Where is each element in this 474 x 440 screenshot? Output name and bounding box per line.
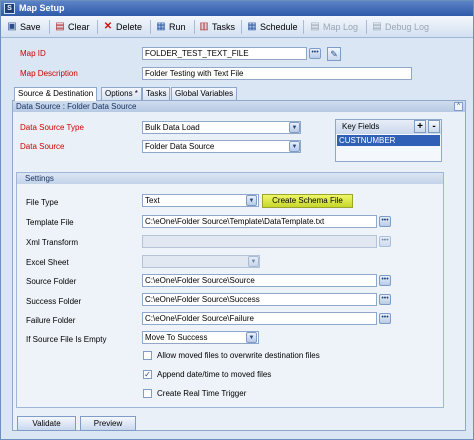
floppy-disk-icon: ▣ xyxy=(7,21,17,32)
template-file-browse-button[interactable]: ••• xyxy=(379,216,391,227)
debug-log-button[interactable]: ▤ Debug Log xyxy=(371,19,429,35)
success-folder-browse-button[interactable]: ••• xyxy=(379,294,391,305)
preview-button[interactable]: Preview xyxy=(80,416,136,431)
excel-sheet-label: Excel Sheet xyxy=(26,258,69,267)
title-bar: S Map Setup xyxy=(1,1,473,16)
source-folder-label: Source Folder xyxy=(26,277,77,286)
success-folder-label: Success Folder xyxy=(26,297,82,306)
toolbar-separator xyxy=(194,20,195,34)
save-button[interactable]: ▣ Save xyxy=(6,19,40,35)
schedule-button[interactable]: ▦ Schedule xyxy=(246,19,297,35)
validate-button[interactable]: Validate xyxy=(17,416,76,431)
toolbar-separator xyxy=(366,20,367,34)
clear-icon: ▤ xyxy=(55,21,65,32)
chevron-down-icon[interactable]: ▼ xyxy=(289,122,300,133)
data-source-select[interactable]: Folder Data Source xyxy=(142,140,301,153)
run-button[interactable]: ▦ Run xyxy=(155,19,185,35)
overwrite-checkbox-label: Allow moved files to overwrite destinati… xyxy=(157,351,320,360)
tab-tasks[interactable]: Tasks xyxy=(142,87,171,100)
xml-transform-browse-button[interactable]: ••• xyxy=(379,236,391,247)
empty-file-label: If Source File Is Empty xyxy=(26,335,107,344)
real-time-trigger-label: Create Real Time Trigger xyxy=(157,389,247,398)
empty-file-action-select[interactable]: Move To Success xyxy=(142,331,259,344)
append-datetime-label: Append date/time to moved files xyxy=(157,370,272,379)
add-key-field-button[interactable]: + xyxy=(414,120,426,133)
file-type-label: File Type xyxy=(26,198,59,207)
data-source-label: Data Source xyxy=(20,142,65,151)
collapse-chevron-icon[interactable]: ^ xyxy=(454,102,463,111)
tasks-icon: ▥ xyxy=(199,21,209,32)
data-source-type-label: Data Source Type xyxy=(20,123,84,132)
key-field-row[interactable]: CUSTNUMBER xyxy=(337,135,440,146)
data-source-group-header: Data Source : Folder Data Source ^ xyxy=(13,101,465,112)
failure-folder-browse-button[interactable]: ••• xyxy=(379,313,391,324)
source-folder-browse-button[interactable]: ••• xyxy=(379,275,391,286)
real-time-trigger-checkbox[interactable] xyxy=(143,389,152,398)
checkmark-icon: ✓ xyxy=(144,370,151,379)
toolbar-separator xyxy=(97,20,98,34)
window-title: Map Setup xyxy=(19,3,65,13)
create-schema-file-button[interactable]: Create Schema File xyxy=(262,194,353,208)
edit-pencil-icon[interactable]: ✎ xyxy=(327,47,341,61)
chevron-down-icon[interactable]: ▼ xyxy=(248,256,259,267)
map-id-lookup-button[interactable]: ••• xyxy=(309,48,321,59)
map-id-field[interactable]: FOLDER_TEST_TEXT_FILE xyxy=(142,47,307,60)
map-description-label: Map Description xyxy=(20,69,78,78)
toolbar-separator xyxy=(150,20,151,34)
key-fields-panel: Key Fields + - CUSTNUMBER xyxy=(335,119,442,162)
chevron-down-icon[interactable]: ▼ xyxy=(246,195,257,206)
settings-title: Settings xyxy=(17,173,443,184)
map-setup-window: S Map Setup ▣ Save ▤ Clear ✕ Delete ▦ Run ▥ T… xyxy=(0,0,474,440)
tasks-button[interactable]: ▥ Tasks xyxy=(198,19,235,35)
toolbar: ▣ Save ▤ Clear ✕ Delete ▦ Run ▥ Tasks ▦ Schedu… xyxy=(1,16,473,38)
data-source-type-select[interactable]: Bulk Data Load xyxy=(142,121,301,134)
map-description-field[interactable]: Folder Testing with Text File xyxy=(142,67,412,80)
success-folder-field[interactable]: C:\eOne\Folder Source\Success xyxy=(142,293,377,306)
toolbar-separator xyxy=(241,20,242,34)
overwrite-checkbox[interactable] xyxy=(143,351,152,360)
xml-transform-field[interactable] xyxy=(142,235,377,248)
file-type-select[interactable]: Text xyxy=(142,194,259,207)
calendar-icon: ▦ xyxy=(247,21,257,32)
run-icon: ▦ xyxy=(156,21,166,32)
tab-global-variables[interactable]: Global Variables xyxy=(171,87,238,100)
clear-button[interactable]: ▤ Clear xyxy=(54,19,89,35)
template-file-label: Template File xyxy=(26,218,74,227)
chevron-down-icon[interactable]: ▼ xyxy=(289,141,300,152)
toolbar-separator xyxy=(49,20,50,34)
chevron-down-icon[interactable]: ▼ xyxy=(246,332,257,343)
map-id-label: Map ID xyxy=(20,49,46,58)
xml-transform-label: Xml Transform xyxy=(26,238,79,247)
debug-log-icon: ▤ xyxy=(372,21,382,32)
excel-sheet-select[interactable] xyxy=(142,255,260,268)
source-folder-field[interactable]: C:\eOne\Folder Source\Source xyxy=(142,274,377,287)
append-datetime-checkbox[interactable]: ✓ xyxy=(143,370,152,379)
delete-x-icon: ✕ xyxy=(103,21,113,32)
failure-folder-label: Failure Folder xyxy=(26,316,76,325)
app-icon: S xyxy=(4,3,15,14)
toolbar-separator xyxy=(303,20,304,34)
map-log-button[interactable]: ▤ Map Log xyxy=(309,19,358,35)
template-file-field[interactable]: C:\eOne\Folder Source\Template\DataTempl… xyxy=(142,215,377,228)
log-icon: ▤ xyxy=(310,21,320,32)
tab-source-destination[interactable]: Source & Destination xyxy=(14,87,98,101)
remove-key-field-button[interactable]: - xyxy=(428,120,440,133)
failure-folder-field[interactable]: C:\eOne\Folder Source\Failure xyxy=(142,312,377,325)
tab-options[interactable]: Options * xyxy=(101,87,142,100)
delete-button[interactable]: ✕ Delete xyxy=(102,19,142,35)
